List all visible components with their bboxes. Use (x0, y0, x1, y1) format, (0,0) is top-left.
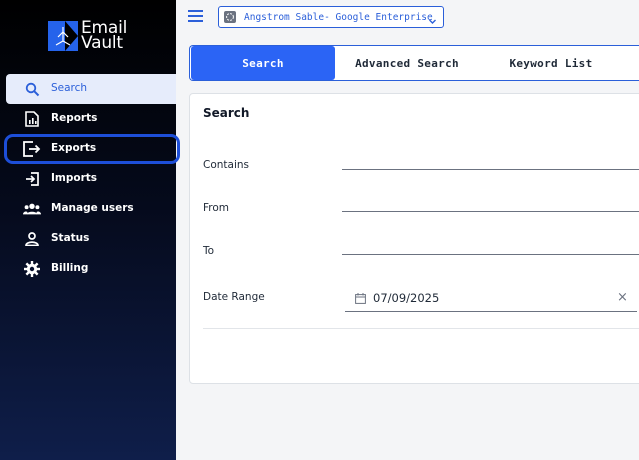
report-icon (23, 111, 41, 127)
logo[interactable]: Email Vault (48, 20, 127, 53)
logo-text: Email Vault (81, 20, 127, 53)
sidebar-item-manage-users[interactable]: Manage users (0, 194, 176, 224)
card-title: Search (203, 106, 250, 120)
sidebar-item-exports[interactable]: Exports (4, 134, 180, 164)
date-value: 07/09/2025 (373, 291, 440, 305)
calendar-icon (355, 289, 366, 308)
users-icon (23, 201, 41, 217)
search-card: Search Contains From To Date Range 07/09… (189, 93, 639, 384)
date-range-label: Date Range (203, 291, 265, 303)
sidebar-item-label: Reports (51, 112, 98, 124)
sidebar-item-status[interactable]: Status (0, 224, 176, 254)
date-range-field[interactable]: 07/09/2025 × (345, 285, 637, 312)
sidebar-item-search[interactable]: Search (6, 74, 176, 104)
search-icon (23, 81, 41, 97)
to-label: To (203, 245, 215, 257)
from-input[interactable] (342, 211, 639, 212)
logo-mark-icon (48, 21, 78, 51)
contains-label: Contains (203, 159, 250, 171)
search-tabs: Search Advanced Search Keyword List (189, 45, 639, 81)
sidebar-item-label: Manage users (51, 202, 134, 214)
import-icon (23, 171, 41, 187)
sidebar-item-reports[interactable]: Reports (0, 104, 176, 134)
divider (203, 328, 639, 329)
sidebar-item-label: Billing (51, 262, 89, 274)
chevron-down-icon (428, 11, 437, 30)
sidebar-nav: Search Reports Exports Imports Manage us… (0, 74, 180, 284)
contains-input[interactable] (342, 169, 639, 170)
from-label: From (203, 202, 230, 214)
sidebar-item-label: Status (51, 232, 90, 244)
to-input[interactable] (342, 254, 639, 255)
sidebar-item-label: Imports (51, 172, 98, 184)
logo-line2: Vault (81, 33, 123, 53)
clear-date-icon[interactable]: × (617, 290, 628, 305)
person-icon (23, 231, 41, 247)
hamburger-menu-icon[interactable] (188, 10, 203, 22)
tab-search[interactable]: Search (191, 46, 335, 80)
sidebar-item-label: Exports (51, 142, 97, 154)
sidebar-item-label: Search (51, 82, 88, 94)
tab-advanced-search[interactable]: Advanced Search (335, 46, 479, 80)
tab-keyword-list[interactable]: Keyword List (479, 46, 623, 80)
gear-icon (23, 261, 41, 277)
account-icon (224, 11, 236, 23)
sidebar: Email Vault Search Reports Exports Impor… (0, 0, 180, 460)
export-icon (23, 141, 41, 157)
sidebar-item-imports[interactable]: Imports (0, 164, 176, 194)
top-bar: Angstrom Sable- Google Enterprise (176, 0, 639, 34)
sidebar-item-billing[interactable]: Billing (0, 254, 176, 284)
account-select[interactable]: Angstrom Sable- Google Enterprise (218, 6, 444, 28)
account-label: Angstrom Sable- Google Enterprise (244, 11, 433, 23)
